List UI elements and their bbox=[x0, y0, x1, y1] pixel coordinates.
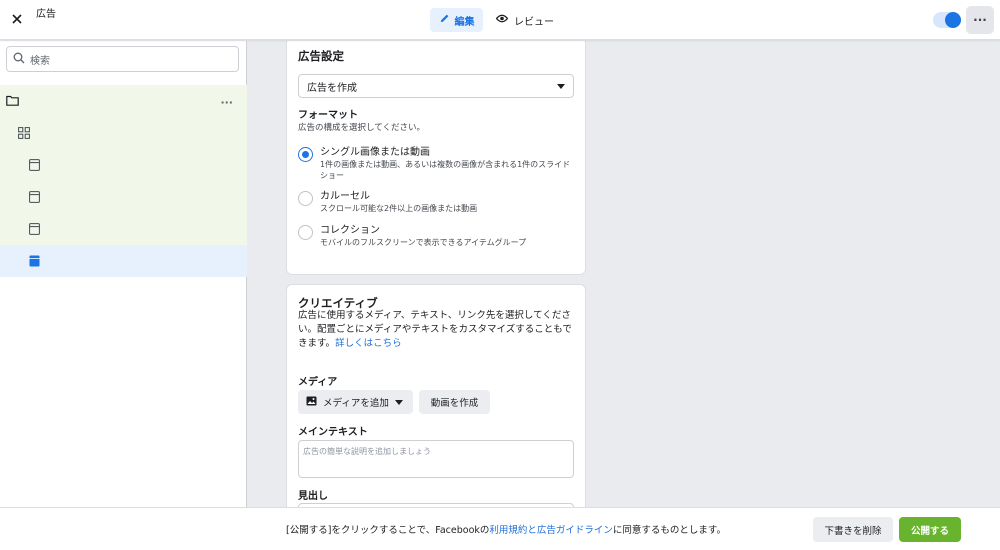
media-label: メディア bbox=[298, 377, 338, 388]
caret-down-icon bbox=[394, 399, 403, 405]
toggle-knob bbox=[945, 12, 961, 28]
top-bar: 広告 編集 レビュー ··· bbox=[0, 0, 1000, 40]
footer-bar: [公開する]をクリックすることで、Facebookの利用規約と広告ガイドラインに… bbox=[0, 507, 1000, 550]
delete-draft-button[interactable]: 下書きを削除 bbox=[813, 517, 893, 542]
more-options-button[interactable]: ··· bbox=[966, 6, 994, 34]
search-input[interactable]: 検索 bbox=[6, 46, 239, 72]
add-media-button[interactable]: メディアを追加 bbox=[298, 390, 413, 414]
headline-label: 見出し bbox=[298, 491, 328, 502]
add-media-label: メディアを追加 bbox=[323, 398, 389, 409]
status-toggle[interactable] bbox=[933, 12, 961, 28]
terms-link[interactable]: 利用規約と広告ガイドライン bbox=[489, 525, 613, 536]
caret-down-icon bbox=[557, 83, 565, 89]
option-title: シングル画像または動画 bbox=[320, 147, 430, 158]
tab-review-label: レビュー bbox=[514, 16, 554, 28]
format-option-carousel[interactable]: カルーセル スクロール可能な2件以上の画像または動画 bbox=[298, 190, 578, 214]
option-title: カルーセル bbox=[320, 191, 370, 202]
search-placeholder: 検索 bbox=[30, 55, 50, 67]
format-label: フォーマット bbox=[298, 110, 358, 121]
option-desc: モバイルのフルスクリーンで表示できるアイテムグループ bbox=[320, 238, 527, 247]
ad-create-select[interactable]: 広告を作成 bbox=[298, 74, 574, 98]
primary-text-label: メインテキスト bbox=[298, 427, 368, 438]
learn-more-link[interactable]: 詳しくはこちら bbox=[335, 338, 402, 349]
option-desc: 1件の画像または動画、あるいは複数の画像が含まれる1件のスライドショー bbox=[320, 160, 571, 180]
primary-text-field[interactable]: 広告の簡単な説明を追加しましょう bbox=[298, 440, 574, 478]
folder-icon bbox=[6, 95, 19, 109]
eye-icon bbox=[495, 14, 509, 26]
tab-edit[interactable]: 編集 bbox=[430, 8, 483, 32]
editor-pane: 広告設定 広告を作成 フォーマット 広告の構成を選択してください。 シングル画像… bbox=[248, 41, 1000, 507]
search-icon bbox=[13, 52, 25, 67]
close-icon[interactable] bbox=[10, 12, 24, 26]
format-option-collection[interactable]: コレクション モバイルのフルスクリーンで表示できるアイテムグループ bbox=[298, 224, 578, 248]
tree-item-ad[interactable] bbox=[0, 213, 247, 245]
ad-settings-card: 広告設定 広告を作成 フォーマット 広告の構成を選択してください。 シングル画像… bbox=[286, 41, 586, 275]
ad-create-select-value: 広告を作成 bbox=[307, 82, 357, 94]
radio-collection[interactable] bbox=[298, 225, 313, 240]
ad-icon bbox=[29, 191, 40, 206]
more-icon[interactable]: ··· bbox=[220, 96, 233, 109]
terms-suffix: に同意するものとします。 bbox=[612, 525, 726, 536]
option-title: コレクション bbox=[320, 225, 380, 236]
campaign-tree: ··· bbox=[0, 85, 247, 277]
creative-description: 広告に使用するメディア、テキスト、リンク先を選択してください。配置ごとにメディア… bbox=[298, 309, 574, 351]
image-icon bbox=[306, 396, 317, 409]
format-option-single[interactable]: シングル画像または動画 1件の画像または動画、あるいは複数の画像が含まれる1件の… bbox=[298, 146, 578, 181]
option-desc: スクロール可能な2件以上の画像または動画 bbox=[320, 204, 478, 213]
grid-icon bbox=[18, 127, 30, 142]
tab-edit-label: 編集 bbox=[454, 16, 475, 28]
sidebar: 検索 ··· bbox=[0, 41, 247, 507]
app-title: 広告 bbox=[36, 9, 56, 20]
terms-notice: [公開する]をクリックすることで、Facebookの利用規約と広告ガイドラインに… bbox=[286, 522, 726, 536]
tree-item-ad[interactable] bbox=[0, 181, 247, 213]
tree-item-campaign[interactable]: ··· bbox=[0, 85, 247, 117]
ad-settings-title: 広告設定 bbox=[298, 49, 344, 63]
terms-prefix: [公開する]をクリックすることで、Facebookの bbox=[286, 525, 490, 536]
creative-card: クリエイティブ 広告に使用するメディア、テキスト、リンク先を選択してください。配… bbox=[286, 284, 586, 507]
format-sub: 広告の構成を選択してください。 bbox=[298, 123, 425, 133]
ad-icon bbox=[29, 223, 40, 238]
publish-button[interactable]: 公開する bbox=[899, 517, 961, 542]
tab-review[interactable]: レビュー bbox=[490, 8, 560, 32]
primary-text-placeholder: 広告の簡単な説明を追加しましょう bbox=[303, 447, 431, 456]
pencil-icon bbox=[439, 13, 450, 27]
ad-icon bbox=[29, 255, 40, 270]
tree-item-ad[interactable] bbox=[0, 149, 247, 181]
create-video-button[interactable]: 動画を作成 bbox=[419, 390, 490, 414]
radio-carousel[interactable] bbox=[298, 191, 313, 206]
ad-icon bbox=[29, 159, 40, 174]
radio-single[interactable] bbox=[298, 147, 313, 162]
tree-item-adset[interactable] bbox=[0, 117, 247, 149]
tree-item-ad-selected[interactable] bbox=[0, 245, 247, 277]
more-icon: ··· bbox=[973, 13, 987, 27]
